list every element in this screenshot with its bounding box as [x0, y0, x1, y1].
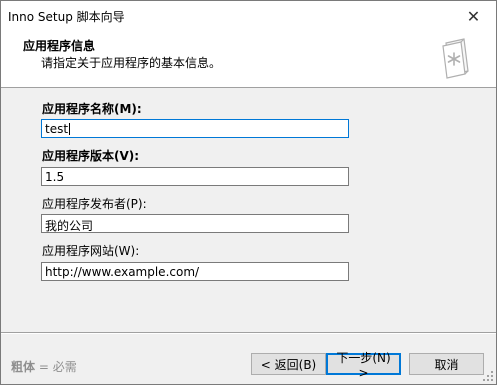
page-subtitle: 请指定关于应用程序的基本信息。 [41, 56, 222, 70]
app-name-value: test [45, 122, 69, 136]
app-version-value: 1.5 [45, 170, 65, 184]
app-version-input[interactable]: 1.5 [41, 167, 349, 186]
required-hint-rest: = 必需 [35, 360, 77, 374]
window-title: Inno Setup 脚本向导 [8, 10, 125, 24]
title-bar: Inno Setup 脚本向导 ✕ [1, 1, 496, 31]
back-button[interactable]: < 返回(B) [251, 353, 326, 375]
app-publisher-input[interactable]: 我的公司 [41, 214, 349, 233]
wizard-header: 应用程序信息 请指定关于应用程序的基本信息。 [1, 31, 496, 88]
required-hint: 粗体 = 必需 [11, 358, 77, 375]
app-website-label: 应用程序网站(W): [42, 244, 140, 258]
next-button[interactable]: 下一步(N) > [326, 351, 401, 380]
app-website-input[interactable]: http://www.example.com/ [41, 262, 349, 281]
form-area: 应用程序名称(M): test 应用程序版本(V): 1.5 应用程序发布者(P… [1, 89, 496, 332]
required-hint-bold: 粗体 [11, 360, 36, 374]
cancel-button[interactable]: 取消 [409, 353, 484, 375]
wizard-window: Inno Setup 脚本向导 ✕ 应用程序信息 请指定关于应用程序的基本信息。… [0, 0, 497, 385]
resize-grip-icon[interactable] [482, 370, 494, 382]
app-version-label: 应用程序版本(V): [42, 149, 140, 163]
app-publisher-value: 我的公司 [45, 219, 94, 233]
app-website-value: http://www.example.com/ [45, 265, 200, 279]
footer-divider-highlight [1, 333, 496, 334]
close-button[interactable]: ✕ [451, 1, 496, 31]
wizard-logo-icon [442, 38, 469, 79]
page-title: 应用程序信息 [23, 39, 96, 53]
app-publisher-label: 应用程序发布者(P): [42, 197, 147, 211]
text-caret [69, 123, 71, 135]
app-name-input[interactable]: test [41, 119, 349, 138]
app-name-label: 应用程序名称(M): [42, 102, 142, 116]
